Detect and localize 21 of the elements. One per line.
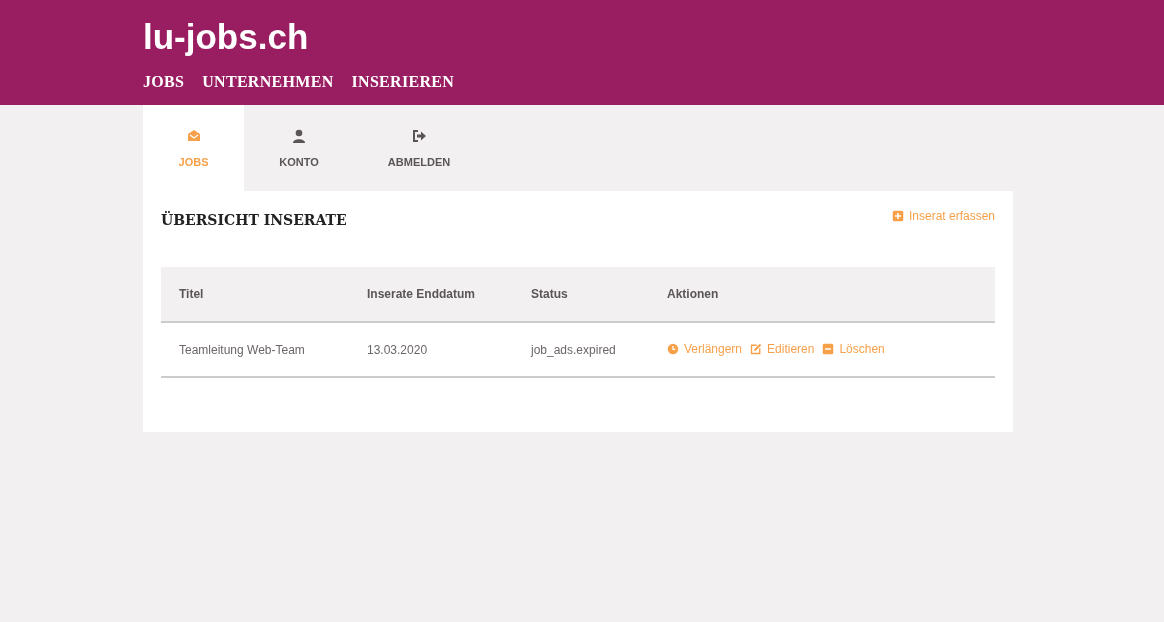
column-header: Aktionen xyxy=(649,267,995,322)
minus-icon xyxy=(822,342,835,355)
table-cell: Teamleitung Web-Team xyxy=(161,322,349,377)
column-header: Titel xyxy=(161,267,349,322)
plus-icon xyxy=(891,210,904,222)
table-cell: job_ads.expired xyxy=(513,322,649,377)
clock-icon xyxy=(667,342,679,355)
column-header: Status xyxy=(513,267,649,322)
column-header: Inserate Enddatum xyxy=(349,267,513,322)
table-cell: 13.03.2020 xyxy=(349,322,513,377)
nav-link[interactable]: UNTERNEHMEN xyxy=(202,73,334,91)
nav-link[interactable]: INSERIEREN xyxy=(351,73,455,91)
tab[interactable]: ABMELDEN xyxy=(354,105,484,191)
tab[interactable]: KONTO xyxy=(244,105,354,191)
edit-icon xyxy=(750,342,763,355)
user-icon xyxy=(291,128,307,144)
envelope-icon xyxy=(185,128,202,144)
section-title: ÜBERSICHT INSERATE xyxy=(161,212,347,228)
nav-link[interactable]: JOBS xyxy=(143,73,185,91)
logout-icon xyxy=(411,128,427,144)
site-logo[interactable]: lu-jobs.ch xyxy=(143,0,309,57)
